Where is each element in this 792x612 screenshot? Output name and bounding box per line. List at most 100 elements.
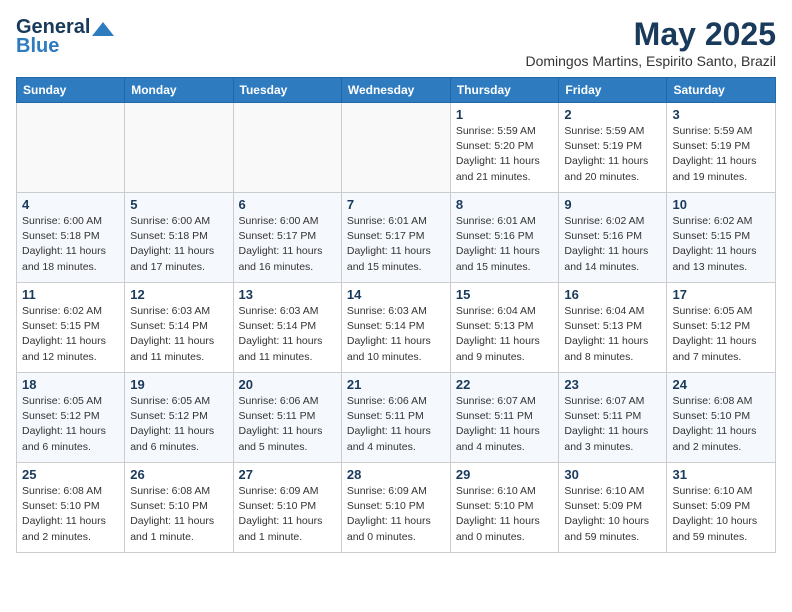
calendar-day-22: 22 Sunrise: 6:07 AM Sunset: 5:11 PM Dayli… bbox=[450, 373, 559, 463]
day-number: 19 bbox=[130, 377, 227, 392]
calendar-day-8: 8 Sunrise: 6:01 AM Sunset: 5:16 PM Daylig… bbox=[450, 193, 559, 283]
day-info: Sunrise: 6:08 AM Sunset: 5:10 PM Dayligh… bbox=[672, 394, 770, 455]
day-number: 16 bbox=[564, 287, 661, 302]
day-number: 23 bbox=[564, 377, 661, 392]
day-number: 25 bbox=[22, 467, 119, 482]
day-info: Sunrise: 6:02 AM Sunset: 5:16 PM Dayligh… bbox=[564, 214, 661, 275]
calendar-week-row: 11 Sunrise: 6:02 AM Sunset: 5:15 PM Dayli… bbox=[17, 283, 776, 373]
day-info: Sunrise: 5:59 AM Sunset: 5:19 PM Dayligh… bbox=[564, 124, 661, 185]
day-info: Sunrise: 6:07 AM Sunset: 5:11 PM Dayligh… bbox=[564, 394, 661, 455]
calendar-table: SundayMondayTuesdayWednesdayThursdayFrid… bbox=[16, 77, 776, 553]
day-number: 7 bbox=[347, 197, 445, 212]
calendar-day-1: 1 Sunrise: 5:59 AM Sunset: 5:20 PM Daylig… bbox=[450, 103, 559, 193]
calendar-day-25: 25 Sunrise: 6:08 AM Sunset: 5:10 PM Dayli… bbox=[17, 463, 125, 553]
day-number: 20 bbox=[239, 377, 336, 392]
calendar-header-row: SundayMondayTuesdayWednesdayThursdayFrid… bbox=[17, 78, 776, 103]
day-number: 11 bbox=[22, 287, 119, 302]
calendar-empty-cell bbox=[17, 103, 125, 193]
day-number: 5 bbox=[130, 197, 227, 212]
calendar-day-4: 4 Sunrise: 6:00 AM Sunset: 5:18 PM Daylig… bbox=[17, 193, 125, 283]
calendar-day-15: 15 Sunrise: 6:04 AM Sunset: 5:13 PM Dayli… bbox=[450, 283, 559, 373]
day-info: Sunrise: 6:07 AM Sunset: 5:11 PM Dayligh… bbox=[456, 394, 554, 455]
day-number: 1 bbox=[456, 107, 554, 122]
calendar-day-28: 28 Sunrise: 6:09 AM Sunset: 5:10 PM Dayli… bbox=[341, 463, 450, 553]
calendar-day-30: 30Sunrise: 6:10 AM Sunset: 5:09 PM Dayli… bbox=[559, 463, 667, 553]
day-info: Sunrise: 6:08 AM Sunset: 5:10 PM Dayligh… bbox=[130, 484, 227, 545]
day-number: 13 bbox=[239, 287, 336, 302]
day-number: 4 bbox=[22, 197, 119, 212]
calendar-day-21: 21Sunrise: 6:06 AM Sunset: 5:11 PM Dayli… bbox=[341, 373, 450, 463]
calendar-day-2: 2 Sunrise: 5:59 AM Sunset: 5:19 PM Daylig… bbox=[559, 103, 667, 193]
day-number: 18 bbox=[22, 377, 119, 392]
day-info: Sunrise: 6:10 AM Sunset: 5:09 PM Dayligh… bbox=[672, 484, 770, 545]
weekday-header-saturday: Saturday bbox=[667, 78, 776, 103]
day-info: Sunrise: 6:05 AM Sunset: 5:12 PM Dayligh… bbox=[22, 394, 119, 455]
calendar-day-19: 19 Sunrise: 6:05 AM Sunset: 5:12 PM Dayli… bbox=[125, 373, 233, 463]
day-number: 17 bbox=[672, 287, 770, 302]
day-info: Sunrise: 6:05 AM Sunset: 5:12 PM Dayligh… bbox=[672, 304, 770, 365]
day-number: 24 bbox=[672, 377, 770, 392]
day-info: Sunrise: 5:59 AM Sunset: 5:19 PM Dayligh… bbox=[672, 124, 770, 185]
calendar-week-row: 25 Sunrise: 6:08 AM Sunset: 5:10 PM Dayli… bbox=[17, 463, 776, 553]
calendar-day-24: 24 Sunrise: 6:08 AM Sunset: 5:10 PM Dayli… bbox=[667, 373, 776, 463]
weekday-header-sunday: Sunday bbox=[17, 78, 125, 103]
day-number: 8 bbox=[456, 197, 554, 212]
calendar-week-row: 4 Sunrise: 6:00 AM Sunset: 5:18 PM Daylig… bbox=[17, 193, 776, 283]
calendar-day-14: 14Sunrise: 6:03 AM Sunset: 5:14 PM Dayli… bbox=[341, 283, 450, 373]
weekday-header-thursday: Thursday bbox=[450, 78, 559, 103]
calendar-day-26: 26 Sunrise: 6:08 AM Sunset: 5:10 PM Dayli… bbox=[125, 463, 233, 553]
day-info: Sunrise: 6:06 AM Sunset: 5:11 PM Dayligh… bbox=[239, 394, 336, 455]
day-info: Sunrise: 5:59 AM Sunset: 5:20 PM Dayligh… bbox=[456, 124, 554, 185]
day-info: Sunrise: 6:01 AM Sunset: 5:17 PM Dayligh… bbox=[347, 214, 445, 275]
calendar-day-11: 11 Sunrise: 6:02 AM Sunset: 5:15 PM Dayli… bbox=[17, 283, 125, 373]
calendar-day-29: 29 Sunrise: 6:10 AM Sunset: 5:10 PM Dayli… bbox=[450, 463, 559, 553]
page-header: General Blue May 2025 Domingos Martins, … bbox=[16, 16, 776, 69]
calendar-day-20: 20 Sunrise: 6:06 AM Sunset: 5:11 PM Dayli… bbox=[233, 373, 341, 463]
day-info: Sunrise: 6:10 AM Sunset: 5:09 PM Dayligh… bbox=[564, 484, 661, 545]
day-number: 9 bbox=[564, 197, 661, 212]
day-number: 15 bbox=[456, 287, 554, 302]
day-info: Sunrise: 6:02 AM Sunset: 5:15 PM Dayligh… bbox=[22, 304, 119, 365]
day-number: 27 bbox=[239, 467, 336, 482]
logo-arrow-icon bbox=[92, 22, 114, 36]
calendar-day-17: 17 Sunrise: 6:05 AM Sunset: 5:12 PM Dayli… bbox=[667, 283, 776, 373]
day-number: 28 bbox=[347, 467, 445, 482]
day-number: 26 bbox=[130, 467, 227, 482]
day-info: Sunrise: 6:04 AM Sunset: 5:13 PM Dayligh… bbox=[564, 304, 661, 365]
day-number: 21 bbox=[347, 377, 445, 392]
day-info: Sunrise: 6:04 AM Sunset: 5:13 PM Dayligh… bbox=[456, 304, 554, 365]
day-info: Sunrise: 6:10 AM Sunset: 5:10 PM Dayligh… bbox=[456, 484, 554, 545]
logo: General Blue bbox=[16, 16, 114, 58]
calendar-day-3: 3Sunrise: 5:59 AM Sunset: 5:19 PM Daylig… bbox=[667, 103, 776, 193]
calendar-week-row: 18 Sunrise: 6:05 AM Sunset: 5:12 PM Dayli… bbox=[17, 373, 776, 463]
calendar-empty-cell bbox=[125, 103, 233, 193]
logo-blue: Blue bbox=[16, 35, 59, 58]
weekday-header-monday: Monday bbox=[125, 78, 233, 103]
day-number: 10 bbox=[672, 197, 770, 212]
day-info: Sunrise: 6:01 AM Sunset: 5:16 PM Dayligh… bbox=[456, 214, 554, 275]
calendar-day-31: 31 Sunrise: 6:10 AM Sunset: 5:09 PM Dayli… bbox=[667, 463, 776, 553]
calendar-day-5: 5 Sunrise: 6:00 AM Sunset: 5:18 PM Daylig… bbox=[125, 193, 233, 283]
day-number: 6 bbox=[239, 197, 336, 212]
calendar-day-12: 12 Sunrise: 6:03 AM Sunset: 5:14 PM Dayli… bbox=[125, 283, 233, 373]
weekday-header-tuesday: Tuesday bbox=[233, 78, 341, 103]
calendar-day-9: 9 Sunrise: 6:02 AM Sunset: 5:16 PM Daylig… bbox=[559, 193, 667, 283]
calendar-day-6: 6Sunrise: 6:00 AM Sunset: 5:17 PM Daylig… bbox=[233, 193, 341, 283]
day-number: 22 bbox=[456, 377, 554, 392]
day-number: 14 bbox=[347, 287, 445, 302]
day-number: 29 bbox=[456, 467, 554, 482]
day-info: Sunrise: 6:09 AM Sunset: 5:10 PM Dayligh… bbox=[347, 484, 445, 545]
day-info: Sunrise: 6:00 AM Sunset: 5:18 PM Dayligh… bbox=[22, 214, 119, 275]
calendar-day-27: 27Sunrise: 6:09 AM Sunset: 5:10 PM Dayli… bbox=[233, 463, 341, 553]
day-info: Sunrise: 6:08 AM Sunset: 5:10 PM Dayligh… bbox=[22, 484, 119, 545]
day-info: Sunrise: 6:03 AM Sunset: 5:14 PM Dayligh… bbox=[130, 304, 227, 365]
calendar-day-13: 13 Sunrise: 6:03 AM Sunset: 5:14 PM Dayli… bbox=[233, 283, 341, 373]
day-info: Sunrise: 6:00 AM Sunset: 5:18 PM Dayligh… bbox=[130, 214, 227, 275]
calendar-day-16: 16 Sunrise: 6:04 AM Sunset: 5:13 PM Dayli… bbox=[559, 283, 667, 373]
day-number: 31 bbox=[672, 467, 770, 482]
day-info: Sunrise: 6:03 AM Sunset: 5:14 PM Dayligh… bbox=[239, 304, 336, 365]
day-info: Sunrise: 6:05 AM Sunset: 5:12 PM Dayligh… bbox=[130, 394, 227, 455]
day-number: 2 bbox=[564, 107, 661, 122]
calendar-empty-cell bbox=[341, 103, 450, 193]
day-number: 12 bbox=[130, 287, 227, 302]
